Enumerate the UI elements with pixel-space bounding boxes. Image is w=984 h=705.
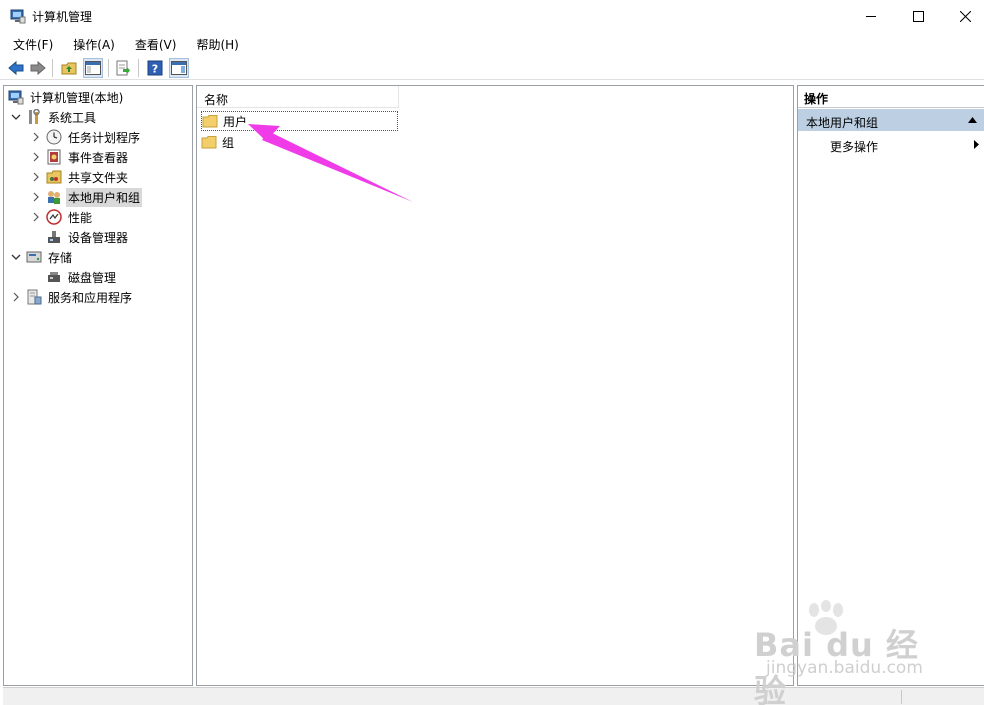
tree-root[interactable]: 计算机管理(本地) (8, 87, 125, 107)
tree-item-system-tools[interactable]: 系统工具 (10, 107, 98, 127)
maximize-button[interactable] (895, 0, 941, 32)
column-header-name[interactable]: 名称 (197, 86, 399, 108)
watermark-line2: jingyan.baidu.com (766, 658, 923, 678)
list-item-users[interactable]: 用户 (201, 111, 398, 131)
clock-icon (46, 129, 62, 145)
tree-root-label: 计算机管理(本地) (30, 90, 124, 105)
export-list-icon (116, 60, 130, 76)
chevron-right-icon[interactable] (30, 191, 42, 203)
svg-text:?: ? (152, 63, 158, 76)
forward-button[interactable] (28, 58, 48, 78)
toolbar: ? (0, 56, 984, 80)
console-tree-pane[interactable]: 计算机管理(本地) 系统工具 任务计划程序 事件查看器 共享文件夹 本地用户和组… (3, 85, 193, 686)
tree-item-label: 性能 (68, 210, 93, 225)
close-button[interactable] (942, 0, 984, 32)
result-list-pane[interactable]: 名称 用户 组 (196, 85, 794, 686)
tree-item-shared-folders[interactable]: 共享文件夹 (30, 167, 130, 187)
up-folder-icon (61, 62, 77, 75)
tree-item-device-manager[interactable]: 设备管理器 (46, 227, 130, 247)
baidu-jingyan-watermark: Bai du 经验 jingyan.baidu.com (754, 600, 934, 705)
chevron-down-icon[interactable] (10, 111, 22, 123)
shared-folder-icon (46, 169, 62, 185)
action-pane-title: 操作 (798, 86, 984, 108)
show-hide-console-tree-icon (85, 61, 101, 75)
computer-management-icon (8, 89, 24, 105)
minimize-icon (866, 16, 876, 17)
close-icon (959, 10, 971, 22)
services-icon (26, 289, 42, 305)
maximize-icon (912, 10, 924, 22)
tree-item-label: 事件查看器 (68, 150, 129, 165)
help-icon: ? (147, 60, 163, 76)
folder-icon (202, 113, 218, 129)
toolbar-separator (108, 59, 109, 77)
menu-file[interactable]: 文件(F) (0, 33, 60, 55)
export-list-button[interactable] (113, 58, 133, 78)
tree-item-label: 磁盘管理 (68, 270, 117, 285)
show-hide-console-tree-button[interactable] (83, 58, 103, 78)
forward-arrow-icon (30, 60, 46, 76)
tree-item-label: 任务计划程序 (68, 130, 141, 145)
title-bar: 计算机管理 (0, 0, 984, 32)
action-group-local-users-groups[interactable]: 本地用户和组 (798, 109, 984, 131)
minimize-button[interactable] (848, 0, 894, 32)
menu-help[interactable]: 帮助(H) (183, 33, 245, 55)
triangle-right-icon (974, 140, 979, 149)
action-more-actions[interactable]: 更多操作 (798, 134, 984, 154)
tree-item-label: 服务和应用程序 (48, 290, 133, 305)
tree-item-label: 存储 (48, 250, 73, 265)
list-item-label: 组 (222, 135, 235, 150)
tree-item-task-scheduler[interactable]: 任务计划程序 (30, 127, 142, 147)
chevron-right-icon[interactable] (30, 151, 42, 163)
tree-item-label: 本地用户和组 (66, 187, 143, 207)
tree-item-event-viewer[interactable]: 事件查看器 (30, 147, 130, 167)
tools-icon (26, 109, 42, 125)
tree-item-label: 共享文件夹 (68, 170, 129, 185)
menu-bar: 文件(F) 操作(A) 查看(V) 帮助(H) (0, 33, 984, 55)
show-hide-action-pane-icon (171, 61, 187, 75)
list-item-label: 用户 (223, 114, 248, 129)
show-hide-action-pane-button[interactable] (169, 58, 189, 78)
back-button[interactable] (6, 58, 26, 78)
list-item-groups[interactable]: 组 (201, 132, 236, 152)
chevron-right-icon[interactable] (10, 291, 22, 303)
tree-item-services-applications[interactable]: 服务和应用程序 (10, 287, 134, 307)
chevron-right-icon[interactable] (30, 131, 42, 143)
folder-icon (201, 134, 217, 150)
action-group-label: 本地用户和组 (806, 116, 879, 130)
users-icon (46, 189, 62, 205)
chevron-right-icon[interactable] (30, 171, 42, 183)
window-title: 计算机管理 (32, 10, 93, 24)
tree-item-performance[interactable]: 性能 (30, 207, 94, 227)
up-one-level-button[interactable] (59, 58, 79, 78)
performance-icon (46, 209, 62, 225)
chevron-down-icon[interactable] (10, 251, 22, 263)
chevron-right-icon[interactable] (30, 211, 42, 223)
triangle-up-icon[interactable] (968, 117, 977, 123)
action-more-label: 更多操作 (830, 140, 879, 154)
action-pane: 操作 本地用户和组 更多操作 (797, 85, 984, 686)
tree-item-label: 系统工具 (48, 110, 97, 125)
menu-view[interactable]: 查看(V) (122, 33, 184, 55)
tree-item-local-users-groups[interactable]: 本地用户和组 (30, 187, 143, 207)
storage-icon (26, 249, 42, 265)
tree-item-disk-management[interactable]: 磁盘管理 (46, 267, 118, 287)
tree-item-storage[interactable]: 存储 (10, 247, 74, 267)
toolbar-separator (52, 59, 53, 77)
tree-item-label: 设备管理器 (68, 230, 129, 245)
event-viewer-icon (46, 149, 62, 165)
device-manager-icon (46, 229, 62, 245)
menu-action[interactable]: 操作(A) (60, 33, 122, 55)
toolbar-separator (138, 59, 139, 77)
back-arrow-icon (8, 60, 24, 76)
computer-management-icon (10, 8, 26, 24)
help-button[interactable]: ? (145, 58, 165, 78)
disk-icon (46, 269, 62, 285)
